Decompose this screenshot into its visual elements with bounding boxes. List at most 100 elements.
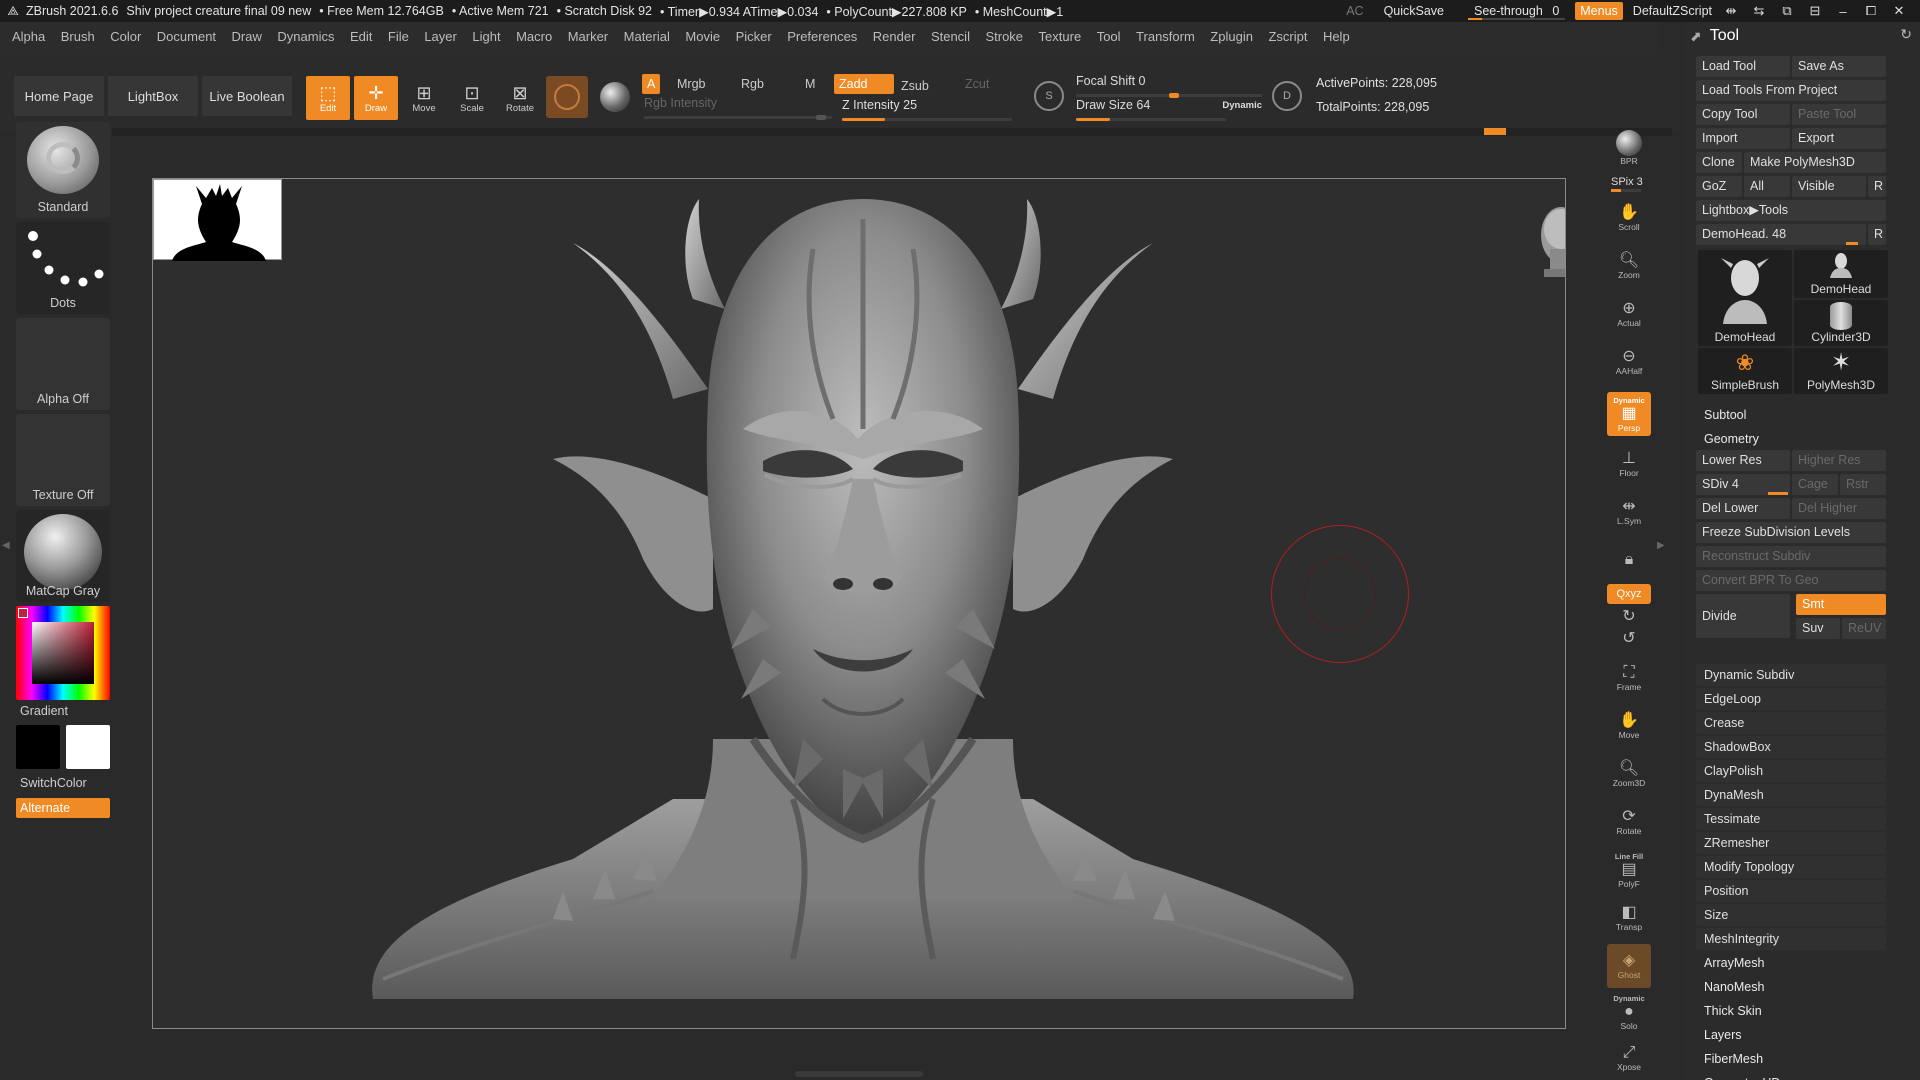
tool-tile-demohead-large[interactable]: DemoHead [1698, 250, 1792, 346]
clone-button[interactable]: Clone [1696, 152, 1742, 173]
rgb-button[interactable]: Rgb [736, 74, 769, 94]
goz-visible-button[interactable]: Visible [1792, 176, 1866, 197]
geometry-item-tessimate[interactable]: Tessimate [1696, 808, 1886, 830]
palette-refresh-icon[interactable]: ↻ [1900, 26, 1912, 43]
close-icon[interactable]: ✕ [1890, 3, 1908, 19]
menu-movie[interactable]: Movie [685, 29, 720, 44]
geometry-item-zremesher[interactable]: ZRemesher [1696, 832, 1886, 854]
menu-zplugin[interactable]: Zplugin [1210, 29, 1253, 44]
goz-r-button[interactable]: R [1868, 176, 1886, 197]
m-button[interactable]: M [800, 74, 820, 94]
geometry-item-dynamic-subdiv[interactable]: Dynamic Subdiv [1696, 664, 1886, 686]
copy-tool-button[interactable]: Copy Tool [1696, 104, 1790, 125]
menu-document[interactable]: Document [157, 29, 216, 44]
texture-off-button[interactable]: Texture Off [16, 414, 110, 506]
geometry-item-edgeloop[interactable]: EdgeLoop [1696, 688, 1886, 710]
menu-picker[interactable]: Picker [736, 29, 772, 44]
layout-arrows-icon[interactable]: ⇆ [1750, 3, 1768, 19]
spix-slider[interactable]: SPix 3 [1611, 176, 1643, 192]
scroll-button[interactable]: ✋ Scroll [1607, 196, 1651, 240]
load-tool-button[interactable]: Load Tool [1696, 56, 1790, 77]
primary-color-swatch[interactable] [16, 725, 60, 769]
geometry-item-position[interactable]: Position [1696, 880, 1886, 902]
menu-dynamics[interactable]: Dynamics [277, 29, 334, 44]
menu-macro[interactable]: Macro [516, 29, 552, 44]
lock-button[interactable]: 🔒︎ [1607, 538, 1651, 582]
interface-arrows-icon[interactable]: ⇹ [1722, 3, 1740, 19]
sdiv-slider[interactable]: SDiv 4 [1696, 474, 1790, 495]
move-view-button[interactable]: ✋ Move [1607, 704, 1651, 748]
brush-standard-button[interactable]: Standard [16, 122, 110, 218]
color-picker-square[interactable] [32, 622, 94, 684]
reuv-toggle[interactable]: ReUV [1842, 618, 1886, 639]
zsub-button[interactable]: Zsub [896, 76, 934, 96]
subtool-section[interactable]: Subtool [1694, 404, 1746, 426]
geometry-item-size[interactable]: Size [1696, 904, 1886, 926]
import-button[interactable]: Import [1696, 128, 1790, 149]
default-zscript-button[interactable]: DefaultZScript [1633, 4, 1712, 18]
cage-button[interactable]: Cage [1792, 474, 1838, 495]
color-picker[interactable] [16, 606, 110, 700]
subpalette-fibermesh[interactable]: FiberMesh [1694, 1048, 1763, 1070]
secondary-color-swatch[interactable] [66, 725, 110, 769]
menu-draw[interactable]: Draw [232, 29, 262, 44]
menu-stroke[interactable]: Stroke [985, 29, 1023, 44]
actual-button[interactable]: ⊕ Actual [1607, 292, 1651, 336]
right-tray-collapse-arrow[interactable]: ▶ [1657, 540, 1665, 560]
frame-button[interactable]: ⛶ Frame [1607, 656, 1651, 700]
menu-layer[interactable]: Layer [424, 29, 457, 44]
divide-button[interactable]: Divide [1696, 594, 1790, 638]
tool-tile-polymesh3d[interactable]: ✶ PolyMesh3D [1794, 348, 1888, 394]
menu-file[interactable]: File [388, 29, 409, 44]
menu-stencil[interactable]: Stencil [931, 29, 970, 44]
home-page-button[interactable]: Home Page [14, 76, 104, 116]
rotate-z-button[interactable]: ↺ [1607, 628, 1651, 650]
menu-light[interactable]: Light [472, 29, 500, 44]
palette-icon[interactable]: ⊟ [1806, 3, 1824, 19]
edit-mode-button[interactable]: ⬚ Edit [306, 76, 350, 120]
restore-icon[interactable]: ⧠ [1862, 3, 1880, 19]
subpalette-thick-skin[interactable]: Thick Skin [1694, 1000, 1762, 1022]
live-boolean-button[interactable]: Live Boolean [202, 76, 292, 116]
geometry-item-dynamesh[interactable]: DynaMesh [1696, 784, 1886, 806]
subpalette-layers[interactable]: Layers [1694, 1024, 1742, 1046]
left-tray-collapse-arrow[interactable]: ◀ [2, 540, 10, 560]
document-canvas[interactable] [152, 178, 1566, 1029]
bottom-tray-handle[interactable] [795, 1071, 923, 1077]
geometry-item-crease[interactable]: Crease [1696, 712, 1886, 734]
menu-brush[interactable]: Brush [61, 29, 95, 44]
geometry-item-claypolish[interactable]: ClayPolish [1696, 760, 1886, 782]
rgb-intensity-slider[interactable]: Rgb Intensity [644, 96, 832, 120]
xyz-button[interactable]: Qxyz [1607, 584, 1651, 604]
lightbox-tools-button[interactable]: Lightbox▶Tools [1696, 200, 1886, 221]
tool-tile-simplebrush[interactable]: ❀ SimpleBrush [1698, 348, 1792, 394]
a-toggle[interactable]: A [642, 74, 661, 94]
geometry-item-modify-topology[interactable]: Modify Topology [1696, 856, 1886, 878]
zoom3d-button[interactable]: 🔍︎ Zoom3D [1607, 752, 1651, 796]
suv-toggle[interactable]: Suv [1796, 618, 1840, 639]
rotate-mode-button[interactable]: ⊠ Rotate [498, 76, 542, 120]
menu-material[interactable]: Material [624, 29, 670, 44]
draw-mode-button[interactable]: ✛ Draw [354, 76, 398, 120]
subpalette-geometry-hd[interactable]: Geometry HD [1694, 1072, 1780, 1080]
lower-res-button[interactable]: Lower Res [1696, 450, 1790, 471]
convert-bpr-button[interactable]: Convert BPR To Geo [1696, 570, 1886, 591]
menu-texture[interactable]: Texture [1039, 29, 1082, 44]
menus-button[interactable]: Menus [1575, 2, 1623, 20]
z-intensity-slider[interactable]: Z Intensity 25 [842, 98, 1012, 122]
tool-tile-demohead[interactable]: DemoHead [1794, 250, 1888, 298]
rstr-button[interactable]: Rstr [1840, 474, 1886, 495]
reconstruct-subdiv-button[interactable]: Reconstruct Subdiv [1696, 546, 1886, 567]
subpalette-nanomesh[interactable]: NanoMesh [1694, 976, 1764, 998]
menu-render[interactable]: Render [873, 29, 916, 44]
demohead-r-button[interactable]: R [1868, 224, 1886, 245]
geometry-item-meshintegrity[interactable]: MeshIntegrity [1696, 928, 1886, 950]
material-sphere-button[interactable] [546, 76, 588, 118]
higher-res-button[interactable]: Higher Res [1792, 450, 1886, 471]
demohead-slider[interactable]: DemoHead. 48 [1696, 224, 1866, 245]
goz-button[interactable]: GoZ [1696, 176, 1742, 197]
minimize-icon[interactable]: ‒ [1834, 4, 1852, 19]
bpr-button[interactable]: BPR [1607, 126, 1651, 170]
subpalette-arraymesh[interactable]: ArrayMesh [1694, 952, 1764, 974]
xpose-button[interactable]: ⤢ Xpose [1607, 1036, 1651, 1080]
